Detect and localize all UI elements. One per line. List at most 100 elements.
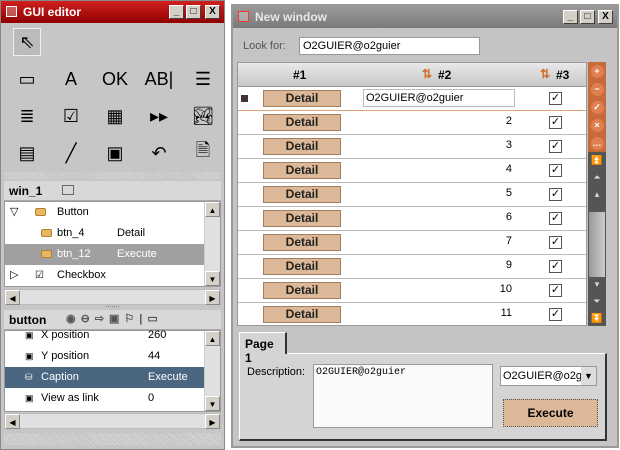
look-for-input[interactable]: O2GUIER@o2guier [299, 37, 480, 55]
tool-navigator[interactable]: ▸▸ [145, 102, 173, 130]
detail-button[interactable]: Detail [263, 258, 341, 275]
column-header-1[interactable]: #1 [293, 68, 306, 82]
minimize-button[interactable]: _ [563, 10, 578, 24]
detail-button[interactable]: Detail [263, 186, 341, 203]
property-row[interactable]: ▣ X position 260 [5, 325, 204, 346]
scroll-up-icon[interactable]: ▲ [205, 202, 220, 217]
tool-tab-control[interactable]: ▤ [13, 139, 41, 167]
tool-label-text[interactable]: A [57, 65, 85, 93]
property-row[interactable]: ▣ Y position 44 [5, 346, 204, 367]
tool-subform[interactable]: ↶ [145, 139, 173, 167]
scroll-left-icon[interactable]: ◀ [5, 290, 20, 305]
newwin-titlebar[interactable]: New window _ □ X [233, 6, 617, 28]
description-textarea[interactable]: O2GUIER@o2guier [313, 364, 493, 428]
table-row[interactable]: Detail 5 ✓ [238, 183, 586, 207]
execute-button[interactable]: Execute [503, 399, 598, 427]
detail-button[interactable]: Detail [263, 114, 341, 131]
expand-toggle-icon[interactable]: ▷ [10, 265, 18, 286]
row-checkbox[interactable]: ✓ [549, 284, 562, 297]
row-checkbox[interactable]: ✓ [549, 116, 562, 129]
add-icon[interactable]: + [588, 62, 606, 80]
tree-item[interactable]: btn_4 Detail [5, 223, 204, 244]
table-row[interactable]: Detail O2GUIER@o2guier ✓ [238, 87, 586, 111]
table-row[interactable]: Detail 11 ✓ [238, 303, 586, 325]
property-row[interactable]: ▣ View as link 0 [5, 388, 204, 409]
scroll-down-icon[interactable]: ▼ [205, 271, 220, 286]
props-tool-icons[interactable]: ◉⊖⇨▣⚐|▭ [66, 312, 163, 325]
grid-scroll-thumb[interactable] [589, 212, 605, 277]
remove-icon[interactable]: − [588, 80, 606, 98]
close-button[interactable]: X [598, 10, 613, 24]
table-row[interactable]: Detail 10 ✓ [238, 279, 586, 303]
table-row[interactable]: Detail 7 ✓ [238, 231, 586, 255]
folder-icon[interactable] [62, 185, 74, 195]
grid-scroll-down-icons[interactable]: ▾ ⏷ ⏬ [588, 276, 606, 327]
maximize-button[interactable]: □ [580, 10, 595, 24]
scroll-down-icon[interactable]: ▼ [205, 396, 220, 411]
tool-button[interactable]: OK [101, 65, 129, 93]
bottom-grip[interactable] [4, 433, 221, 445]
delete-icon[interactable]: × [588, 116, 606, 134]
tool-table[interactable]: ▦ [101, 102, 129, 130]
scroll-left-icon[interactable]: ◀ [5, 414, 20, 429]
sort-icon[interactable]: ⇅ [540, 67, 550, 81]
tab-page-1[interactable]: Page 1 [239, 332, 287, 365]
column-header-3[interactable]: #3 [556, 68, 569, 82]
row-checkbox[interactable]: ✓ [549, 260, 562, 273]
detail-button[interactable]: Detail [263, 90, 341, 107]
tree-item[interactable]: ▽ Button [5, 202, 204, 223]
tool-text-field[interactable]: AB| [145, 65, 174, 93]
detail-button[interactable]: Detail [263, 162, 341, 179]
tool-report[interactable]: 🗎 [189, 139, 217, 167]
row-checkbox[interactable]: ✓ [549, 308, 562, 321]
palette-grip[interactable] [4, 172, 221, 179]
table-row[interactable]: Detail 3 ✓ [238, 135, 586, 159]
chevron-down-icon[interactable]: ▼ [581, 367, 596, 385]
tool-frame[interactable]: ▣ [101, 139, 129, 167]
property-row[interactable]: ⛁ Caption Execute [5, 367, 204, 388]
tool-window[interactable]: ▭ [13, 65, 41, 93]
tool-image[interactable]: 🏞 [189, 102, 217, 130]
cell-editor[interactable]: O2GUIER@o2guier [363, 89, 515, 107]
tree-scrollbar[interactable]: ▲ ▼ [204, 202, 220, 286]
scroll-right-icon[interactable]: ▶ [205, 290, 220, 305]
grid-scroll-icons[interactable]: ⏫ ⏶ ▴ [588, 152, 606, 203]
expand-toggle-icon[interactable]: ▽ [10, 202, 18, 223]
combo-box[interactable]: O2GUIER@o2gui ▼ [500, 366, 597, 386]
row-checkbox[interactable]: ✓ [549, 236, 562, 249]
scroll-right-icon[interactable]: ▶ [205, 414, 220, 429]
table-row[interactable]: Detail 6 ✓ [238, 207, 586, 231]
editor-titlebar[interactable]: GUI editor _ □ X [1, 1, 224, 23]
maximize-button[interactable]: □ [186, 5, 201, 19]
detail-button[interactable]: Detail [263, 210, 341, 227]
tool-line[interactable]: ╱ [57, 139, 85, 167]
row-checkbox[interactable]: ✓ [549, 92, 562, 105]
detail-button[interactable]: Detail [263, 234, 341, 251]
row-checkbox[interactable]: ✓ [549, 164, 562, 177]
tool-list-box[interactable]: ☰ [189, 65, 217, 93]
tool-checkbox[interactable]: ☑ [57, 102, 85, 130]
column-header-2[interactable]: #2 [438, 68, 451, 82]
tree-item[interactable]: btn_12 Execute [5, 244, 204, 265]
tree-hscrollbar[interactable]: ◀ ▶ [4, 289, 221, 305]
row-checkbox[interactable]: ✓ [549, 188, 562, 201]
tool-arrow-pointer[interactable]: ⇖ [13, 28, 41, 56]
props-scrollbar[interactable]: ▲ ▼ [204, 331, 220, 411]
row-checkbox[interactable]: ✓ [549, 212, 562, 225]
table-row[interactable]: Detail 2 ✓ [238, 111, 586, 135]
row-checkbox[interactable]: ✓ [549, 140, 562, 153]
minimize-button[interactable]: _ [169, 5, 184, 19]
close-button[interactable]: X [205, 5, 220, 19]
scroll-up-icon[interactable]: ▲ [205, 331, 220, 346]
tree-item[interactable]: ▷ ☑ Checkbox [5, 265, 204, 286]
table-row[interactable]: Detail 4 ✓ [238, 159, 586, 183]
props-hscrollbar[interactable]: ◀ ▶ [4, 413, 221, 429]
more-icon[interactable]: … [588, 134, 606, 152]
detail-button[interactable]: Detail [263, 138, 341, 155]
table-row[interactable]: Detail 9 ✓ [238, 255, 586, 279]
sort-icon[interactable]: ⇅ [422, 67, 432, 81]
tool-memo[interactable]: ≣ [13, 102, 41, 130]
detail-button[interactable]: Detail [263, 306, 341, 323]
detail-button[interactable]: Detail [263, 282, 341, 299]
validate-icon[interactable]: ✓ [588, 98, 606, 116]
